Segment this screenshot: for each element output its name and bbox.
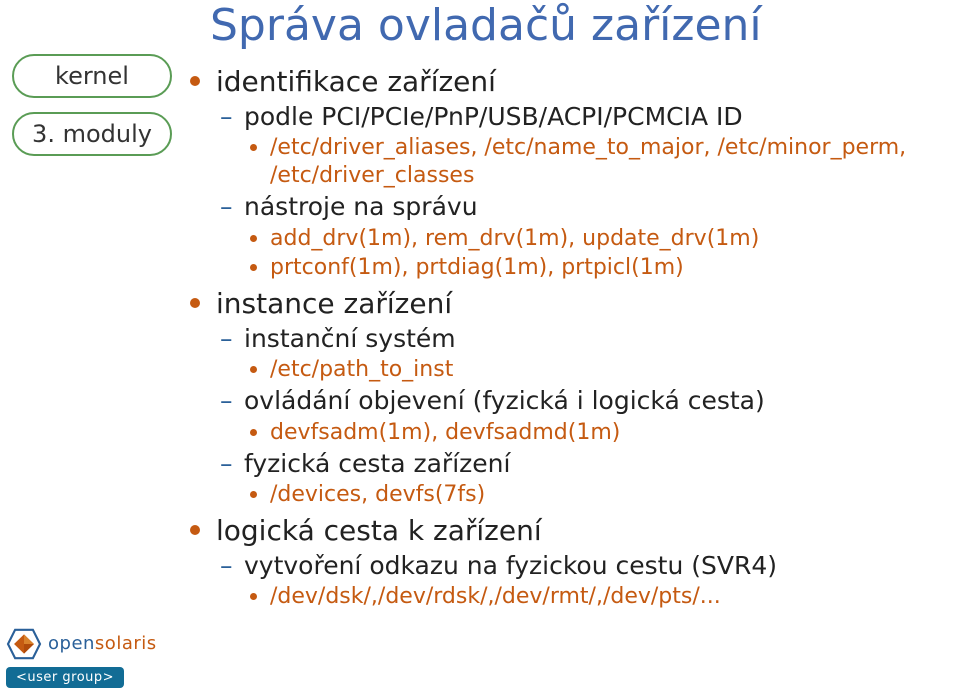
item-nastroje: nástroje na správu add_drv(1m), rem_drv(… xyxy=(216,191,940,281)
item-nastroje-label: nástroje na správu xyxy=(244,192,478,221)
item-logicka: logická cesta k zařízení vytvoření odkaz… xyxy=(190,513,940,611)
slide: Správa ovladačů zařízení kernel 3. modul… xyxy=(0,0,960,694)
item-add-drv: add_drv(1m), rem_drv(1m), update_drv(1m) xyxy=(244,225,940,253)
item-dev-dsk-label: /dev/dsk/,/dev/rdsk/,/dev/rmt/,/dev/pts/… xyxy=(270,584,721,609)
item-vytvoreni: vytvoření odkazu na fyzickou cestu (SVR4… xyxy=(216,550,940,611)
item-podle-id-label: podle PCI/PCIe/PnP/USB/ACPI/PCMCIA ID xyxy=(244,102,743,131)
item-identifikace: identifikace zařízení podle PCI/PCIe/PnP… xyxy=(190,64,940,282)
logo-open: open xyxy=(48,633,95,654)
item-devfsadm: devfsadm(1m), devfsadmd(1m) xyxy=(244,419,940,447)
item-path-to-inst: /etc/path_to_inst xyxy=(244,356,940,384)
logo-area: opensolaris <user group> xyxy=(6,628,176,688)
logo-solaris: solaris xyxy=(95,633,157,654)
item-devices-label: /devices, devfs(7fs) xyxy=(270,482,485,507)
item-ovladani-label: ovládání objevení (fyzická i logická ces… xyxy=(244,386,765,415)
item-devices: /devices, devfs(7fs) xyxy=(244,481,940,509)
item-instance: instance zařízení instanční systém /etc/… xyxy=(190,286,940,509)
opensolaris-icon xyxy=(6,628,42,660)
side-column: kernel 3. moduly xyxy=(12,54,172,170)
item-ovladani: ovládání objevení (fyzická i logická ces… xyxy=(216,385,940,446)
pill-kernel: kernel xyxy=(12,54,172,98)
opensolaris-text: opensolaris xyxy=(48,635,157,653)
item-vytvoreni-label: vytvoření odkazu na fyzickou cestu (SVR4… xyxy=(244,551,777,580)
item-instancni: instanční systém /etc/path_to_inst xyxy=(216,323,940,384)
item-prtconf-label: prtconf(1m), prtdiag(1m), prtpicl(1m) xyxy=(270,255,684,280)
slide-title: Správa ovladačů zařízení xyxy=(210,0,762,51)
item-instancni-label: instanční systém xyxy=(244,324,456,353)
item-devfsadm-label: devfsadm(1m), devfsadmd(1m) xyxy=(270,420,620,445)
pill-moduly: 3. moduly xyxy=(12,112,172,156)
content-area: identifikace zařízení podle PCI/PCIe/PnP… xyxy=(190,60,940,611)
item-driver-aliases: /etc/driver_aliases, /etc/name_to_major,… xyxy=(244,134,940,189)
opensolaris-logo: opensolaris xyxy=(6,628,176,660)
item-add-drv-label: add_drv(1m), rem_drv(1m), update_drv(1m) xyxy=(270,226,759,251)
item-prtconf: prtconf(1m), prtdiag(1m), prtpicl(1m) xyxy=(244,254,940,282)
item-dev-dsk: /dev/dsk/,/dev/rdsk/,/dev/rmt/,/dev/pts/… xyxy=(244,583,940,611)
user-group-badge: <user group> xyxy=(6,667,124,688)
item-fyzicka: fyzická cesta zařízení /devices, devfs(7… xyxy=(216,448,940,509)
item-fyzicka-label: fyzická cesta zařízení xyxy=(244,449,510,478)
item-logicka-label: logická cesta k zařízení xyxy=(216,514,542,547)
item-identifikace-label: identifikace zařízení xyxy=(216,65,496,98)
item-podle-id: podle PCI/PCIe/PnP/USB/ACPI/PCMCIA ID /e… xyxy=(216,101,940,189)
item-instance-label: instance zařízení xyxy=(216,287,452,320)
item-path-to-inst-label: /etc/path_to_inst xyxy=(270,357,453,382)
item-driver-aliases-label: /etc/driver_aliases, /etc/name_to_major,… xyxy=(270,135,906,188)
